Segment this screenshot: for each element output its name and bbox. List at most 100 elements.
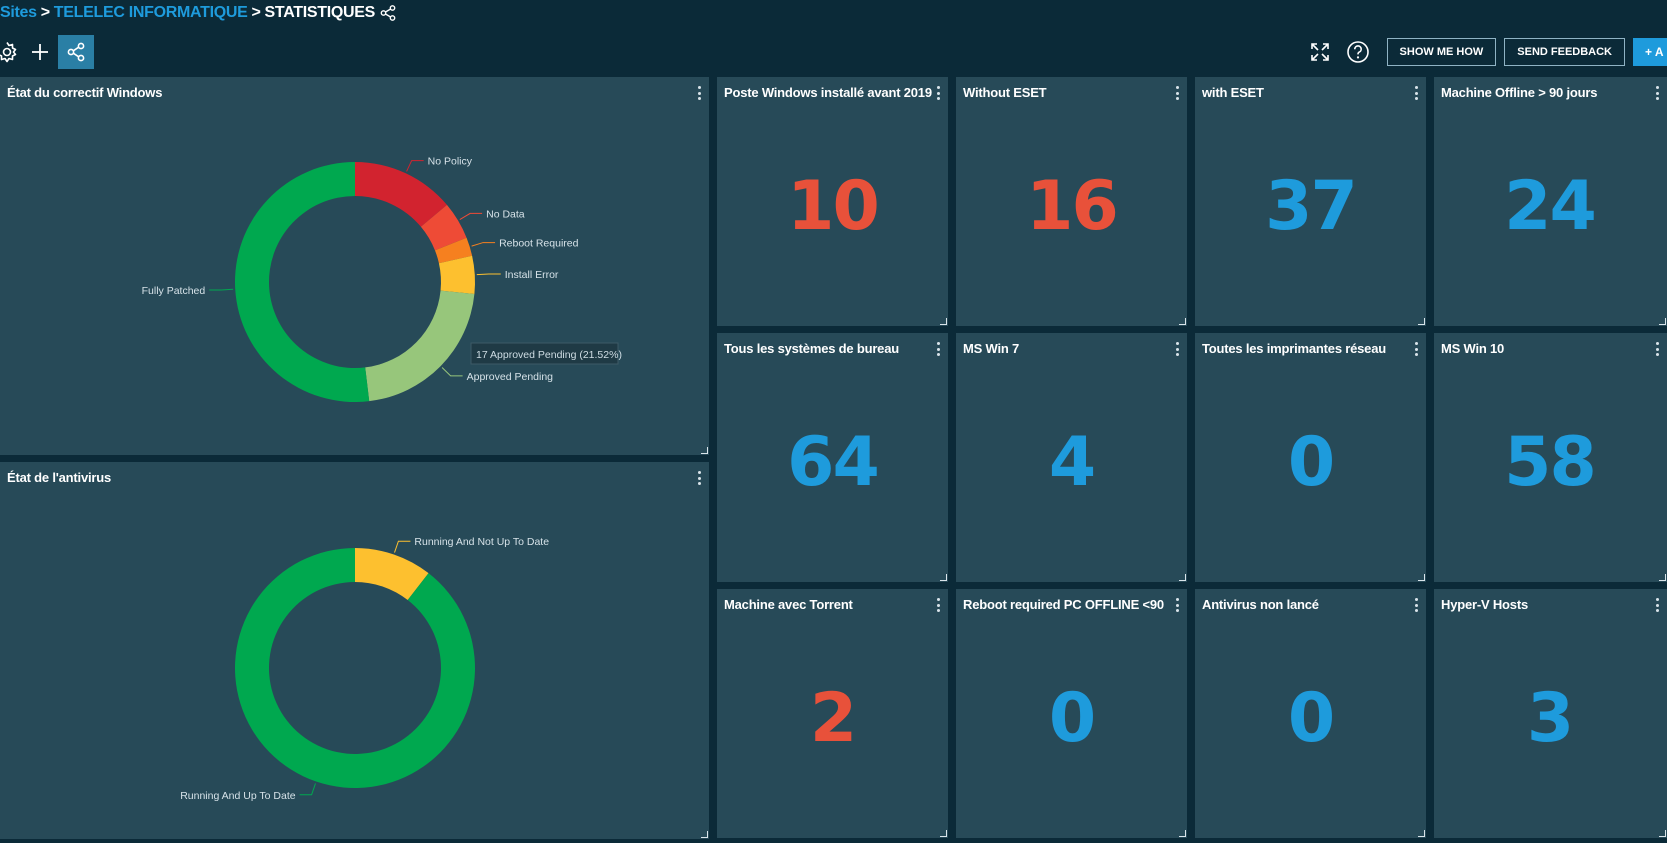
label-leader-line <box>476 273 501 276</box>
donut-slice-fully-patched[interactable] <box>235 162 370 402</box>
tile-title: Tous les systèmes de bureau <box>724 341 899 356</box>
tile-value: 0 <box>1287 423 1335 502</box>
tile-value: 37 <box>1265 167 1358 246</box>
tile-title: MS Win 10 <box>1441 341 1505 356</box>
donut-slice-running-and-up-to-date[interactable] <box>235 548 476 788</box>
breadcrumb-site-link[interactable]: TELELEC INFORMATIQUE <box>54 4 248 22</box>
label-leader-line <box>209 288 234 291</box>
more-options-icon[interactable] <box>1175 342 1179 356</box>
help-button[interactable] <box>1343 37 1373 67</box>
more-options-icon[interactable] <box>936 342 940 356</box>
resize-handle[interactable] <box>940 830 947 837</box>
tile-title: Toutes les imprimantes réseau <box>1202 341 1386 356</box>
more-options-icon[interactable] <box>1414 598 1418 612</box>
slice-label: Running And Up To Date <box>180 790 296 802</box>
resize-handle[interactable] <box>1179 830 1186 837</box>
more-options-icon[interactable] <box>1414 86 1418 100</box>
fullscreen-button[interactable] <box>1305 37 1335 67</box>
more-options-icon[interactable] <box>936 86 940 100</box>
tile-title: MS Win 7 <box>963 341 1020 356</box>
tile-value: 16 <box>1026 167 1119 246</box>
dashboard-toolbar <box>0 35 94 69</box>
tile-value: 2 <box>809 679 857 758</box>
label-leader-line <box>394 540 411 553</box>
add-button[interactable]: + A <box>1633 38 1667 66</box>
slice-label: Install Error <box>505 269 559 281</box>
stat-tile[interactable]: Machine avec Torrent 2 <box>717 589 948 838</box>
tile-title: Machine Offline > 90 jours <box>1441 85 1598 100</box>
more-options-icon[interactable] <box>1175 598 1179 612</box>
stat-tile[interactable]: with ESET 37 <box>1195 77 1426 326</box>
patch-status-panel: État du correctif Windows No Policy No Da… <box>0 77 709 455</box>
stat-tile[interactable]: Toutes les imprimantes réseau 0 <box>1195 333 1426 582</box>
stat-tile[interactable]: Antivirus non lancé 0 <box>1195 589 1426 838</box>
stat-tile[interactable]: MS Win 10 58 <box>1434 333 1667 582</box>
stat-tile[interactable]: MS Win 7 4 <box>956 333 1187 582</box>
resize-handle[interactable] <box>1418 318 1425 325</box>
share-dashboard-button[interactable] <box>58 35 94 69</box>
antivirus-status-panel: État de l'antivirus Running And Not Up T… <box>0 462 709 839</box>
label-leader-line <box>459 212 483 220</box>
stat-tile[interactable]: Hyper-V Hosts 3 <box>1434 589 1667 838</box>
tile-title: Without ESET <box>963 85 1047 100</box>
settings-button[interactable] <box>0 35 22 69</box>
breadcrumb-sites-link[interactable]: Sites <box>0 4 37 22</box>
slice-label: No Data <box>486 208 525 220</box>
chart-tooltip: 17 Approved Pending (21.52%) <box>470 342 622 365</box>
resize-handle[interactable] <box>701 447 708 454</box>
resize-handle[interactable] <box>1659 574 1666 581</box>
stat-tile[interactable]: Poste Windows installé avant 2019 10 <box>717 77 948 326</box>
expand-icon <box>1310 43 1329 61</box>
show-me-how-button[interactable]: SHOW ME HOW <box>1386 38 1497 66</box>
tile-value: 64 <box>787 423 880 502</box>
add-widget-button[interactable] <box>22 35 58 69</box>
resize-handle[interactable] <box>1659 830 1666 837</box>
tile-value: 0 <box>1048 679 1096 758</box>
share-icon[interactable] <box>380 5 396 21</box>
label-leader-line <box>299 783 316 796</box>
slice-label: Fully Patched <box>142 285 206 297</box>
tile-value: 4 <box>1048 423 1096 502</box>
stat-tile[interactable]: Without ESET 16 <box>956 77 1187 326</box>
tile-value: 10 <box>787 167 880 246</box>
resize-handle[interactable] <box>1659 318 1666 325</box>
slice-label: Running And Not Up To Date <box>414 536 549 548</box>
resize-handle[interactable] <box>940 574 947 581</box>
more-options-icon[interactable] <box>1414 342 1418 356</box>
tile-value: 0 <box>1287 679 1335 758</box>
label-leader-line <box>441 367 463 377</box>
tile-title: with ESET <box>1202 85 1264 100</box>
breadcrumb: Sites > TELELEC INFORMATIQUE > STATISTIQ… <box>0 0 396 26</box>
stat-tile[interactable]: Tous les systèmes de bureau 64 <box>717 333 948 582</box>
breadcrumb-separator: > <box>40 4 50 21</box>
tile-title: Antivirus non lancé <box>1202 597 1319 612</box>
more-options-icon[interactable] <box>936 598 940 612</box>
label-leader-line <box>471 242 496 247</box>
gear-icon <box>0 42 17 63</box>
plus-icon <box>32 44 48 60</box>
tile-value: 24 <box>1504 167 1597 246</box>
more-options-icon[interactable] <box>1655 598 1659 612</box>
tile-value: 58 <box>1504 423 1597 502</box>
resize-handle[interactable] <box>940 318 947 325</box>
donut-slice-approved-pending[interactable] <box>365 290 475 402</box>
resize-handle[interactable] <box>1179 574 1186 581</box>
slice-label: Approved Pending <box>467 371 554 383</box>
more-options-icon[interactable] <box>1175 86 1179 100</box>
stat-tile[interactable]: Reboot required PC OFFLINE <90 0 <box>956 589 1187 838</box>
resize-handle[interactable] <box>1418 574 1425 581</box>
resize-handle[interactable] <box>1418 830 1425 837</box>
stat-tile[interactable]: Machine Offline > 90 jours 24 <box>1434 77 1667 326</box>
share-icon <box>67 42 85 62</box>
resize-handle[interactable] <box>701 831 708 838</box>
send-feedback-button[interactable]: SEND FEEDBACK <box>1504 38 1625 66</box>
more-options-icon[interactable] <box>1655 342 1659 356</box>
slice-label: No Policy <box>428 156 473 168</box>
more-options-icon[interactable] <box>1655 86 1659 100</box>
label-leader-line <box>406 160 424 172</box>
page-title: STATISTIQUES <box>264 4 376 21</box>
breadcrumb-separator: > <box>251 4 261 21</box>
header-actions: SHOW ME HOW SEND FEEDBACK + A <box>1305 37 1667 67</box>
patch-status-donut-chart: No Policy No Data Reboot Required Install E… <box>142 156 622 402</box>
resize-handle[interactable] <box>1179 318 1186 325</box>
